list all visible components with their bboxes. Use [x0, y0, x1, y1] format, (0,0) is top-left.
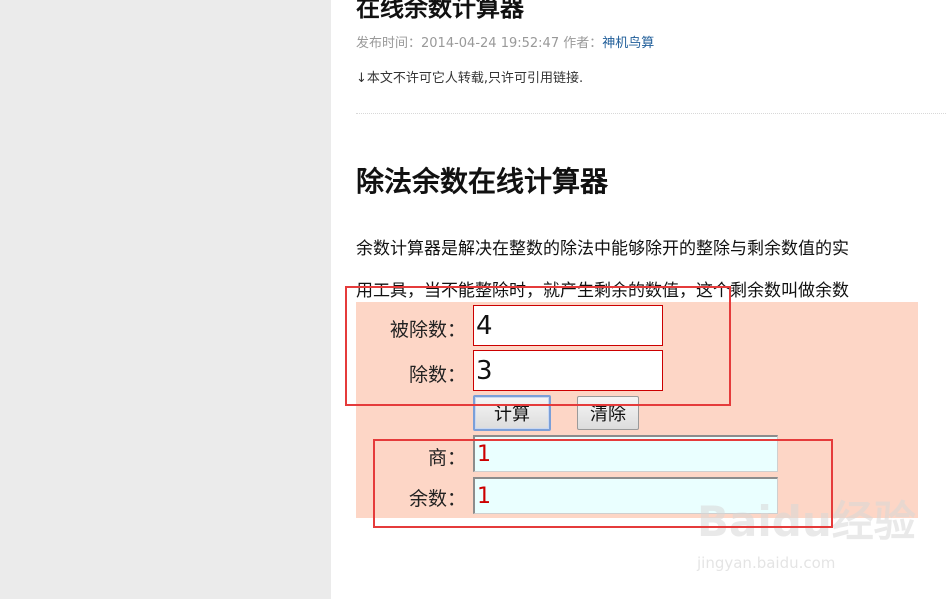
section-heading: 除法余数在线计算器 [356, 165, 609, 198]
clear-button[interactable]: 清除 [577, 396, 639, 430]
watermark-url: jingyan.baidu.com [697, 554, 836, 572]
published-label: 发布时间： [356, 36, 422, 51]
dividend-label: 被除数： [389, 319, 466, 341]
published-time: 2014-04-24 19:52:47 [421, 36, 560, 51]
quotient-output[interactable] [473, 435, 778, 472]
copyright-notice: ↓本文不许可它人转载,只许可引用链接. [356, 71, 584, 86]
divisor-label: 除数： [408, 364, 466, 386]
article-content: 在线余数计算器 发布时间：2014-04-24 19:52:47 作者：神机鸟算… [331, 0, 947, 599]
remainder-label: 余数： [408, 488, 466, 510]
remainder-output[interactable] [473, 477, 778, 514]
calculate-button[interactable]: 计算 [473, 395, 551, 431]
page-title: 在线余数计算器 [356, 0, 524, 22]
intro-paragraph: 余数计算器是解决在整数的除法中能够除开的整除与剩余数值的实 用工具，当不能整除时… [356, 228, 946, 312]
dividend-input[interactable] [473, 305, 663, 346]
divider [356, 113, 947, 114]
intro-line-1: 余数计算器是解决在整数的除法中能够除开的整除与剩余数值的实 [356, 239, 849, 259]
calculator-panel: 被除数： 除数： 计算 清除 商： 余数： [356, 302, 918, 518]
author-link[interactable]: 神机鸟算 [602, 36, 654, 51]
article-meta: 发布时间：2014-04-24 19:52:47 作者：神机鸟算 [356, 32, 654, 51]
left-gutter [0, 0, 331, 599]
quotient-label: 商： [427, 447, 466, 469]
author-label: 作者： [563, 36, 603, 51]
divisor-input[interactable] [473, 350, 663, 391]
